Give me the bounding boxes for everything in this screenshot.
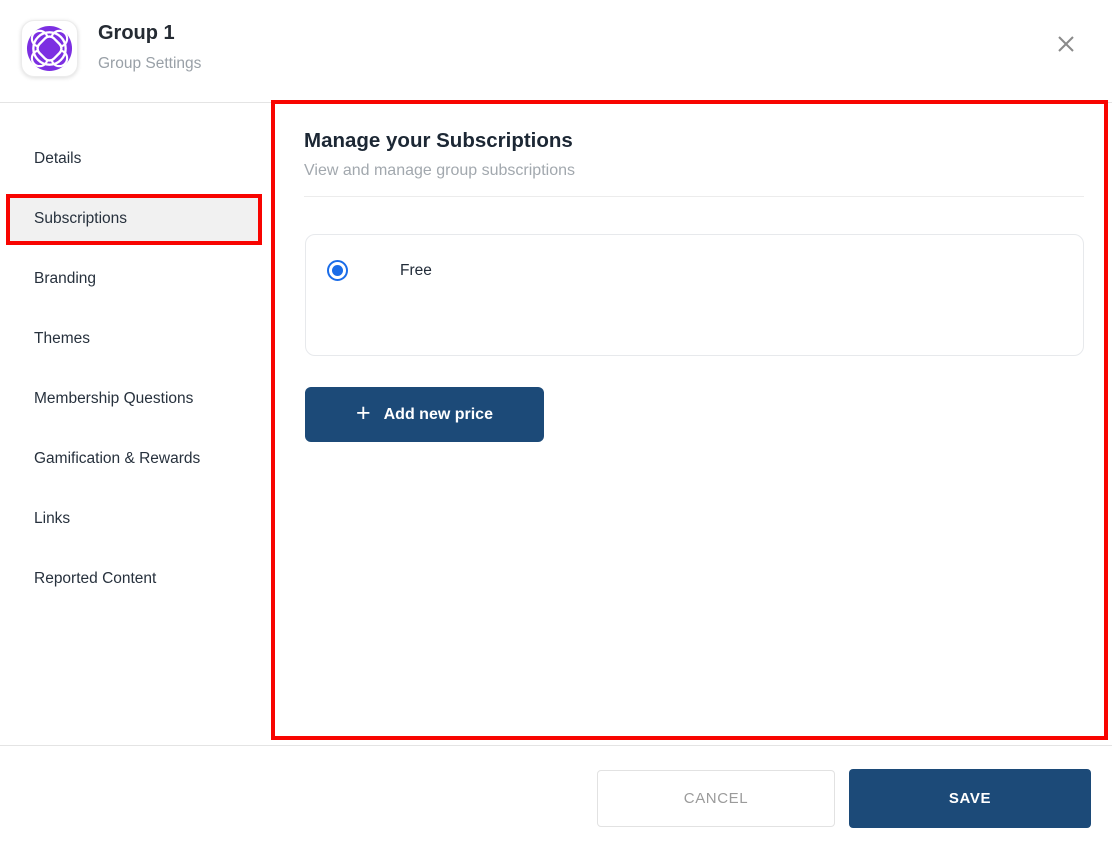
radio-dot [332,265,343,276]
close-button[interactable] [1050,28,1082,60]
plus-icon: + [356,401,371,426]
save-button[interactable]: SAVE [849,769,1091,828]
group-logo-icon [26,25,73,72]
cancel-button[interactable]: CANCEL [597,770,835,827]
sidebar-item-themes[interactable]: Themes [10,317,262,361]
subscription-plan-card [305,234,1084,356]
add-new-price-label: Add new price [384,406,493,424]
sidebar-item-membership-questions[interactable]: Membership Questions [10,377,262,421]
close-icon [1054,32,1078,56]
group-logo [21,20,78,77]
group-settings-modal: { "header": { "group_name": "Group 1", "… [0,0,1112,846]
free-plan-radio[interactable] [327,260,348,281]
group-name: Group 1 [98,22,175,45]
sidebar-item-subscriptions[interactable]: Subscriptions [10,197,262,241]
modal-subtitle: Group Settings [98,55,201,73]
content-title: Manage your Subscriptions [304,129,573,153]
plan-label: Free [400,262,432,280]
footer-divider [0,745,1112,746]
content-divider [304,196,1084,197]
sidebar-item-reported-content[interactable]: Reported Content [10,557,262,601]
sidebar-item-links[interactable]: Links [10,497,262,541]
sidebar-item-details[interactable]: Details [10,137,262,181]
content-subtitle: View and manage group subscriptions [304,162,575,180]
header-divider [0,102,1112,103]
sidebar-item-branding[interactable]: Branding [10,257,262,301]
sidebar-item-gamification-rewards[interactable]: Gamification & Rewards [10,437,262,481]
add-new-price-button[interactable]: + Add new price [305,387,544,442]
